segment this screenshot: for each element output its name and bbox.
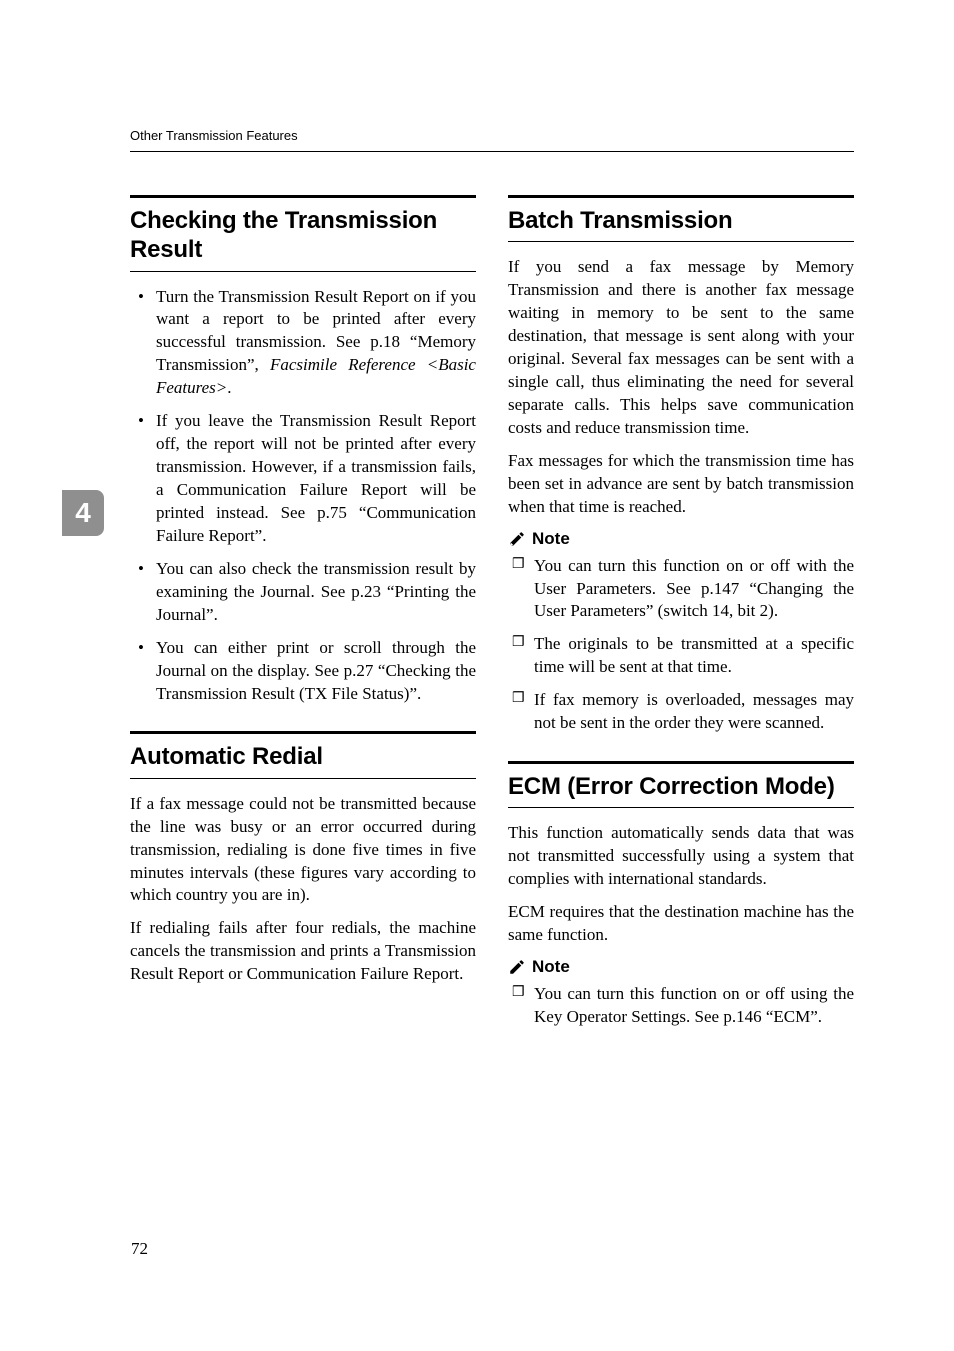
bullet-item: If you leave the Transmission Result Rep… (156, 410, 476, 548)
chapter-tab: 4 (62, 490, 104, 536)
pencil-icon (508, 958, 526, 976)
bullet-item: You can also check the transmission resu… (156, 558, 476, 627)
content-area: Checking the Transmission Result Turn th… (130, 195, 854, 1055)
bullet-list: Turn the Transmission Result Report on i… (130, 286, 476, 706)
section-rule (508, 761, 854, 764)
pencil-icon (508, 530, 526, 548)
bullet-text-tail: . (227, 378, 231, 397)
header-rule (130, 151, 854, 152)
section-title: ECM (Error Correction Mode) (508, 772, 854, 801)
section-rule (508, 807, 854, 808)
section-rule (130, 271, 476, 272)
section-rule (130, 778, 476, 779)
paragraph: If you send a fax message by Memory Tran… (508, 256, 854, 440)
note-label: Note (532, 529, 570, 549)
bullet-item: Turn the Transmission Result Report on i… (156, 286, 476, 401)
paragraph: This function automatically sends data t… (508, 822, 854, 891)
note-label: Note (532, 957, 570, 977)
section-rule (508, 195, 854, 198)
paragraph: ECM requires that the destination machin… (508, 901, 854, 947)
section-title: Checking the Transmission Result (130, 206, 476, 265)
paragraph: If redialing fails after four redials, t… (130, 917, 476, 986)
section-title: Batch Transmission (508, 206, 854, 235)
section-rule (508, 241, 854, 242)
section-checking-transmission-result: Checking the Transmission Result Turn th… (130, 195, 476, 705)
body-text: If you send a fax message by Memory Tran… (508, 256, 854, 518)
section-automatic-redial: Automatic Redial If a fax message could … (130, 731, 476, 986)
body-text: If a fax message could not be transmitte… (130, 793, 476, 987)
right-column: Batch Transmission If you send a fax mes… (508, 195, 854, 1055)
note-item: You can turn this function on or off usi… (534, 983, 854, 1029)
chapter-number: 4 (75, 497, 91, 529)
note-heading: Note (508, 957, 854, 977)
note-list: You can turn this function on or off usi… (508, 983, 854, 1029)
page-number: 72 (131, 1239, 148, 1259)
running-header: Other Transmission Features (130, 128, 298, 143)
note-heading: Note (508, 529, 854, 549)
section-ecm: ECM (Error Correction Mode) This functio… (508, 761, 854, 1029)
note-list: You can turn this function on or off wit… (508, 555, 854, 736)
note-item: You can turn this function on or off wit… (534, 555, 854, 624)
section-rule (130, 731, 476, 734)
body-text: This function automatically sends data t… (508, 822, 854, 947)
note-item: If fax memory is overloaded, messages ma… (534, 689, 854, 735)
paragraph: If a fax message could not be transmitte… (130, 793, 476, 908)
bullet-item: You can either print or scroll through t… (156, 637, 476, 706)
note-item: The originals to be transmitted at a spe… (534, 633, 854, 679)
paragraph: Fax messages for which the transmission … (508, 450, 854, 519)
section-title: Automatic Redial (130, 742, 476, 771)
section-rule (130, 195, 476, 198)
left-column: Checking the Transmission Result Turn th… (130, 195, 476, 1055)
section-batch-transmission: Batch Transmission If you send a fax mes… (508, 195, 854, 735)
